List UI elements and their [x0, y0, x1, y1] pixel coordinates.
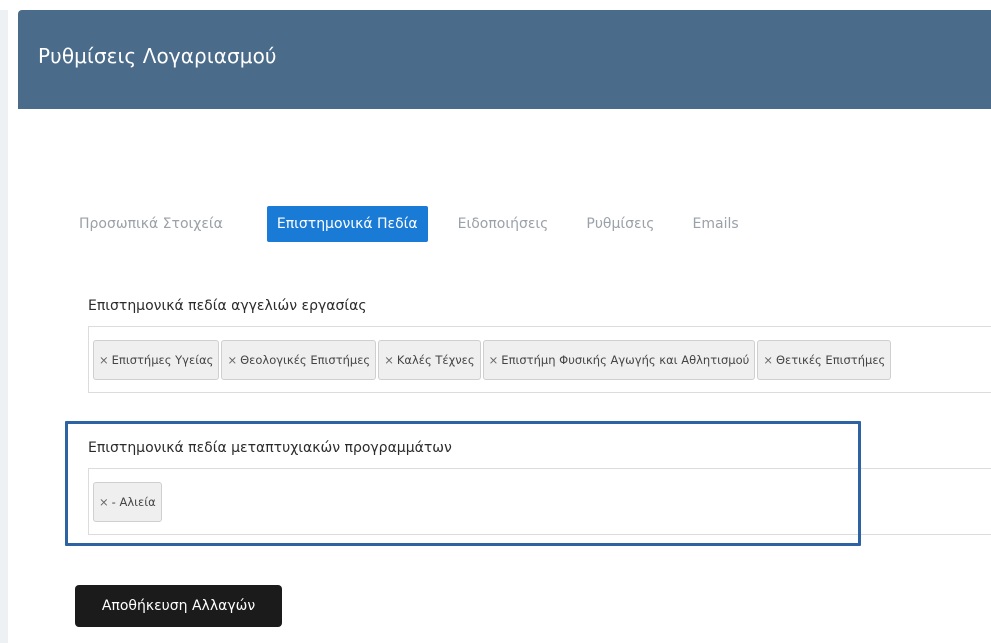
tag-label: Καλές Τέχνες: [396, 352, 475, 367]
top-background-strip: [0, 0, 991, 10]
job-fields-multiselect[interactable]: × Επιστήμες Υγείας × Θεολογικές Επιστήμε…: [88, 326, 991, 393]
remove-tag-icon[interactable]: ×: [227, 353, 237, 367]
tag-health-sciences: × Επιστήμες Υγείας: [93, 339, 220, 380]
tab-emails[interactable]: Emails: [683, 206, 749, 242]
remove-tag-icon[interactable]: ×: [99, 353, 109, 367]
tag-natural-sciences: × Θετικές Επιστήμες: [757, 339, 892, 380]
remove-tag-icon[interactable]: ×: [763, 353, 773, 367]
tag-label: Επιστήμες Υγείας: [111, 352, 214, 367]
tag-label: Θεολογικές Επιστήμες: [240, 352, 371, 367]
remove-tag-icon[interactable]: ×: [489, 353, 499, 367]
tag-fine-arts: × Καλές Τέχνες: [378, 339, 481, 380]
card-header: Ρυθμίσεις Λογαριασμού: [18, 10, 991, 109]
tag-label: Θετικές Επιστήμες: [775, 352, 886, 367]
settings-tabs: Προσωπικά Στοιχεία Επιστημονικά Πεδία Ει…: [69, 206, 767, 242]
page-title: Ρυθμίσεις Λογαριασμού: [38, 44, 277, 68]
save-changes-button[interactable]: Αποθήκευση Αλλαγών: [75, 585, 282, 627]
highlight-box: [65, 421, 861, 546]
tab-personal-info[interactable]: Προσωπικά Στοιχεία: [69, 206, 233, 242]
tag-physical-education: × Επιστήμη Φυσικής Αγωγής και Αθλητισμού: [482, 339, 756, 380]
remove-tag-icon[interactable]: ×: [384, 353, 394, 367]
tag-label: Επιστήμη Φυσικής Αγωγής και Αθλητισμού: [501, 352, 750, 367]
tab-settings[interactable]: Ρυθμίσεις: [576, 206, 664, 242]
tab-notifications[interactable]: Ειδοποιήσεις: [448, 206, 559, 242]
tag-theological-sciences: × Θεολογικές Επιστήμες: [221, 339, 377, 380]
left-background-strip: [0, 0, 8, 643]
job-fields-label: Επιστημονικά πεδία αγγελιών εργασίας: [88, 298, 367, 314]
tab-scientific-fields[interactable]: Επιστημονικά Πεδία: [266, 206, 428, 242]
account-settings-page: Ρυθμίσεις Λογαριασμού Προσωπικά Στοιχεία…: [0, 0, 991, 643]
